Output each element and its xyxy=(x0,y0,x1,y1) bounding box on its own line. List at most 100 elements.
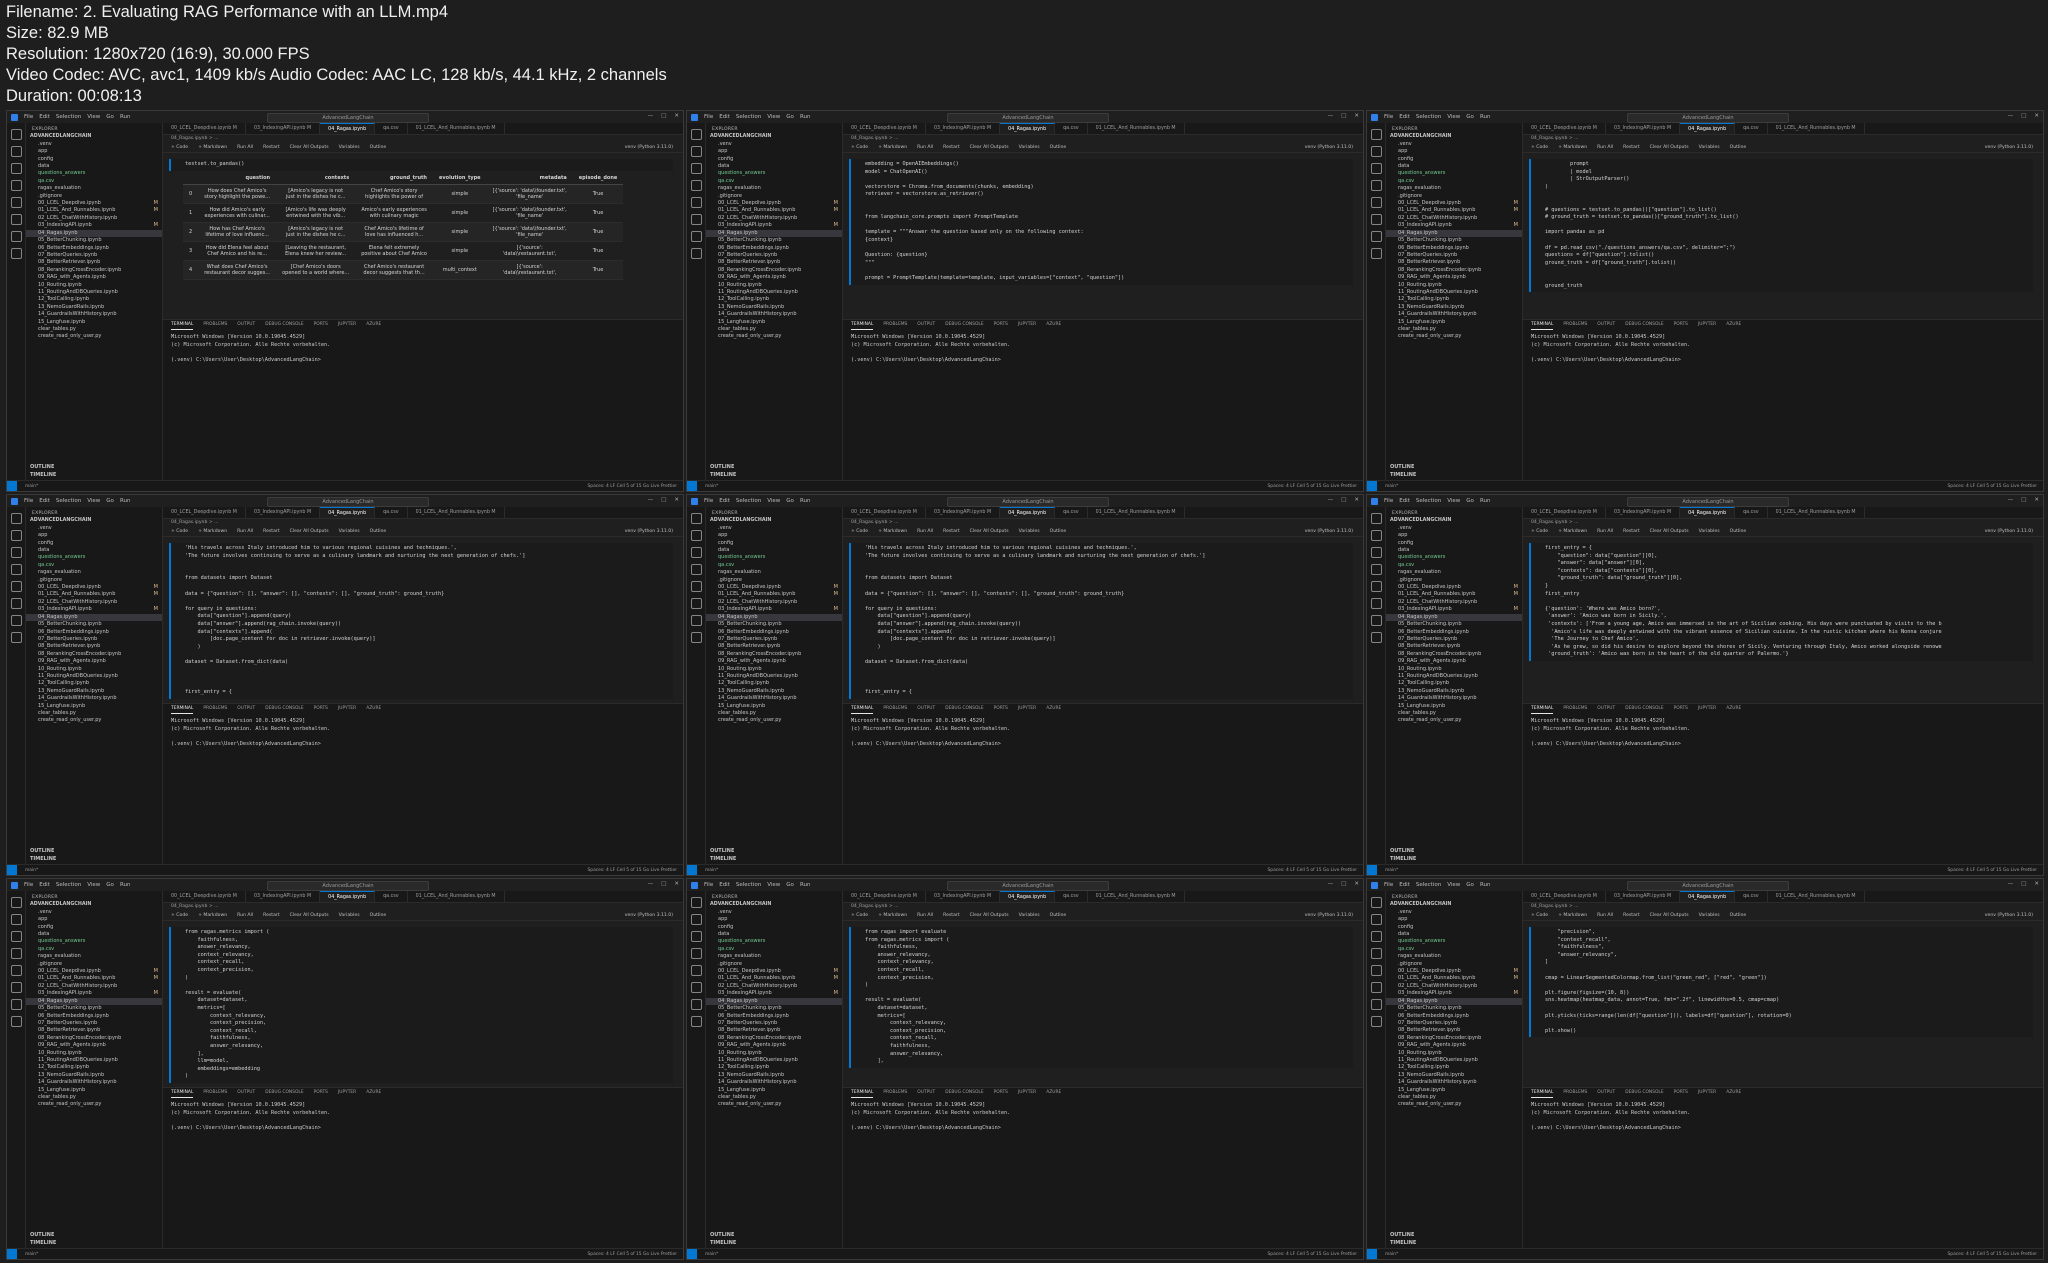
code-cell[interactable]: first_entry = { "question": data["questi… xyxy=(1529,543,2033,661)
menu-item[interactable]: View xyxy=(1447,498,1460,504)
file-tree-item[interactable]: 09_RAG_with_Agents.ipynb xyxy=(26,1042,162,1049)
panel-tab[interactable]: TERMINAL xyxy=(1531,320,1554,330)
editor-tab[interactable]: 03_IndexingAPI.ipynb M xyxy=(1606,891,1681,902)
file-tree-item[interactable]: 12_ToolCalling.ipynb xyxy=(706,296,842,303)
file-tree-item[interactable]: 08_RerankingCrossEncoder.ipynb xyxy=(706,267,842,274)
editor-tab[interactable]: 01_LCEL_And_Runnables.ipynb M xyxy=(1768,507,1865,518)
panel-tab[interactable]: OUTPUT xyxy=(237,320,255,330)
file-tree-item[interactable]: .venv xyxy=(26,141,162,148)
file-tree-item[interactable]: ragas_evaluation xyxy=(1386,953,1522,960)
panel-tab[interactable]: PROBLEMS xyxy=(203,704,227,714)
file-tree-item[interactable]: 00_LCEL_Deepdive.ipynb M xyxy=(26,200,162,207)
file-tree-item[interactable]: ragas_evaluation xyxy=(26,953,162,960)
toolbar-button[interactable]: + Code xyxy=(171,911,188,920)
toolbar-button[interactable]: Clear All Outputs xyxy=(970,527,1009,536)
editor-tab[interactable]: 03_IndexingAPI.ipynb M xyxy=(246,891,321,902)
file-tree-item[interactable]: 14_GuardrailsWithHistory.ipynb xyxy=(1386,695,1522,702)
project-folder[interactable]: ADVANCEDLANGCHAIN xyxy=(706,133,842,140)
file-tree-item[interactable]: 10_Routing.ipynb xyxy=(1386,282,1522,289)
file-tree-item[interactable]: create_read_only_user.py xyxy=(706,1101,842,1108)
file-tree-item[interactable]: 08_BetterRetriever.ipynb xyxy=(26,259,162,266)
timeline-section[interactable]: TIMELINE xyxy=(1390,471,1416,479)
menu-item[interactable]: Run xyxy=(800,114,811,120)
editor-tab[interactable]: 01_LCEL_And_Runnables.ipynb M xyxy=(1088,891,1185,902)
file-tree-item[interactable]: create_read_only_user.py xyxy=(26,1101,162,1108)
file-tree-item[interactable]: 00_LCEL_Deepdive.ipynb M xyxy=(1386,200,1522,207)
file-tree-item[interactable]: ragas_evaluation xyxy=(1386,569,1522,576)
editor-tab[interactable]: 01_LCEL_And_Runnables.ipynb M xyxy=(408,507,505,518)
remote-icon[interactable] xyxy=(10,632,22,643)
file-tree-item[interactable]: 11_RoutingAndDBQueries.ipynb xyxy=(26,1057,162,1064)
file-tree-item[interactable]: 05_BetterChunking.ipynb xyxy=(1386,621,1522,628)
editor-tab[interactable]: 00_LCEL_Deepdive.ipynb M xyxy=(843,891,926,902)
kernel-picker[interactable]: venv (Python 3.11.0) xyxy=(1985,527,2033,536)
outline-section[interactable]: OUTLINE xyxy=(710,1231,736,1239)
minimize-icon[interactable]: — xyxy=(648,497,654,503)
search-icon[interactable] xyxy=(690,146,702,157)
testing-icon[interactable] xyxy=(1370,214,1382,225)
file-tree-item[interactable]: create_read_only_user.py xyxy=(1386,717,1522,724)
file-tree-item[interactable]: data xyxy=(26,547,162,554)
file-tree-item[interactable]: 06_BetterEmbeddings.ipynb xyxy=(1386,1013,1522,1020)
file-tree-item[interactable]: 15_Langfuse.ipynb xyxy=(1386,1087,1522,1094)
file-tree-item[interactable]: 13_NemoGuardRails.ipynb xyxy=(706,688,842,695)
toolbar-button[interactable]: Clear All Outputs xyxy=(1650,911,1689,920)
editor-tab[interactable]: 03_IndexingAPI.ipynb M xyxy=(246,507,321,518)
testing-icon[interactable] xyxy=(10,982,22,993)
extensions-icon[interactable] xyxy=(1370,197,1382,208)
file-tree-item[interactable]: 04_Ragas.ipynb xyxy=(1386,997,1522,1006)
toolbar-button[interactable]: + Markdown xyxy=(1558,143,1587,152)
file-tree-item[interactable]: questions_answers xyxy=(26,554,162,561)
file-tree-item[interactable]: 05_BetterChunking.ipynb xyxy=(706,1005,842,1012)
file-tree-item[interactable]: 13_NemoGuardRails.ipynb xyxy=(26,688,162,695)
file-tree-item[interactable]: questions_answers xyxy=(26,170,162,177)
toolbar-button[interactable]: + Code xyxy=(851,911,868,920)
docker-icon[interactable] xyxy=(1370,231,1382,242)
file-tree-item[interactable]: 07_BetterQueries.ipynb xyxy=(706,252,842,259)
file-tree-item[interactable]: data xyxy=(1386,163,1522,170)
minimize-icon[interactable]: — xyxy=(648,881,654,887)
menu-item[interactable]: File xyxy=(1384,882,1393,888)
file-tree-item[interactable]: 00_LCEL_Deepdive.ipynb M xyxy=(706,584,842,591)
command-search[interactable]: AdvancedLangChain xyxy=(1627,881,1789,891)
git-branch[interactable]: main* xyxy=(705,484,718,489)
git-branch[interactable]: main* xyxy=(25,1252,38,1257)
toolbar-button[interactable]: + Code xyxy=(171,143,188,152)
command-search[interactable]: AdvancedLangChain xyxy=(947,881,1109,891)
editor-tab[interactable]: 00_LCEL_Deepdive.ipynb M xyxy=(843,123,926,134)
minimize-icon[interactable]: — xyxy=(1328,113,1334,119)
file-tree-item[interactable]: 07_BetterQueries.ipynb xyxy=(1386,252,1522,259)
file-tree-item[interactable]: 08_BetterRetriever.ipynb xyxy=(706,643,842,650)
run-debug-icon[interactable] xyxy=(1370,564,1382,575)
remote-icon[interactable] xyxy=(690,248,702,259)
menu-item[interactable]: Go xyxy=(786,114,794,120)
file-tree-item[interactable]: 09_RAG_with_Agents.ipynb xyxy=(706,1042,842,1049)
file-tree-item[interactable]: 02_LCEL_ChatWithHistory.ipynb xyxy=(26,599,162,606)
panel-tab[interactable]: PORTS xyxy=(314,320,328,330)
menu-item[interactable]: Edit xyxy=(1399,114,1410,120)
timeline-section[interactable]: TIMELINE xyxy=(1390,855,1416,863)
file-tree-item[interactable]: 01_LCEL_And_Runnables.ipynb M xyxy=(1386,207,1522,214)
menu-item[interactable]: Selection xyxy=(56,114,81,120)
panel-tab[interactable]: PORTS xyxy=(994,704,1008,714)
panel-tab[interactable]: AZURE xyxy=(366,320,381,330)
code-cell[interactable]: from ragas.metrics import ( faithfulness… xyxy=(169,927,673,1083)
file-tree-item[interactable]: 14_GuardrailsWithHistory.ipynb xyxy=(706,1079,842,1086)
remote-indicator-icon[interactable] xyxy=(1367,481,1377,491)
toolbar-button[interactable]: Outline xyxy=(1050,527,1067,536)
file-tree-item[interactable]: 00_LCEL_Deepdive.ipynb M xyxy=(26,968,162,975)
file-tree-item[interactable]: 11_RoutingAndDBQueries.ipynb xyxy=(26,289,162,296)
file-tree-item[interactable]: .venv xyxy=(706,909,842,916)
editor-tab[interactable]: 00_LCEL_Deepdive.ipynb M xyxy=(1523,507,1606,518)
editor-tab[interactable]: qa.csv xyxy=(1055,507,1088,518)
files-icon[interactable] xyxy=(1370,129,1382,140)
toolbar-button[interactable]: + Code xyxy=(1531,143,1548,152)
docker-icon[interactable] xyxy=(690,231,702,242)
project-folder[interactable]: ADVANCEDLANGCHAIN xyxy=(1386,901,1522,908)
toolbar-button[interactable]: Restart xyxy=(943,527,960,536)
file-tree-item[interactable]: clear_tables.py xyxy=(706,1094,842,1101)
editor-tab[interactable]: 03_IndexingAPI.ipynb M xyxy=(246,123,321,134)
close-icon[interactable]: ✕ xyxy=(674,497,679,503)
file-tree-item[interactable]: config xyxy=(1386,540,1522,547)
file-tree-item[interactable]: 12_ToolCalling.ipynb xyxy=(706,680,842,687)
